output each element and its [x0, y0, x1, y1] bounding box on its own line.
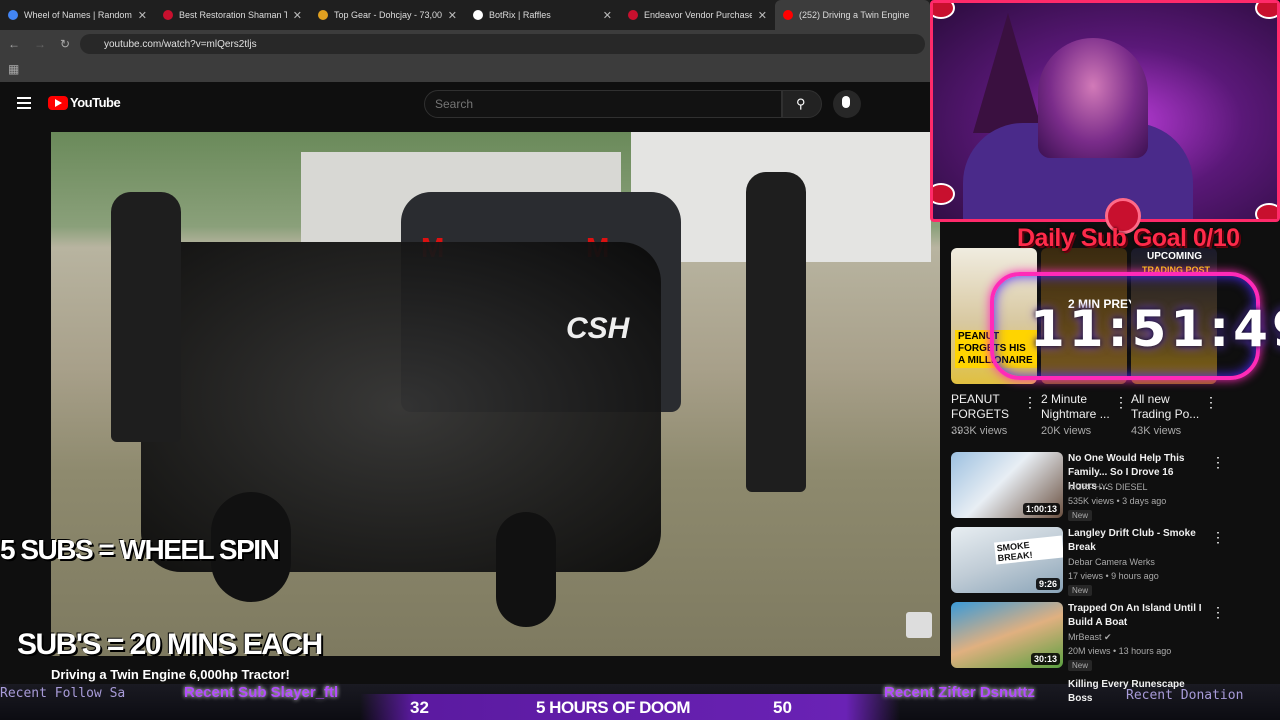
back-icon[interactable]: ←	[8, 37, 20, 51]
cloud-icon	[933, 183, 955, 205]
short-title[interactable]: All new Trading Po...	[1131, 392, 1201, 422]
short-views: 20K views	[1041, 425, 1092, 437]
video-title: Driving a Twin Engine 6,000hp Tractor!	[51, 667, 290, 682]
wheel-image	[496, 512, 556, 627]
tractor-decal: CSH	[566, 312, 630, 345]
browser-tab-bar: Wheel of Names | Random name ✕ Best Rest…	[0, 0, 930, 30]
video-title[interactable]: Trapped On An Island Until I Build A Boa…	[1068, 602, 1203, 630]
new-badge: New	[1068, 660, 1093, 671]
video-meta: 20M views • 13 hours ago	[1068, 646, 1172, 656]
close-tab-icon[interactable]: ✕	[293, 9, 302, 22]
url-text: youtube.com/watch?v=mlQers2tljs	[104, 38, 257, 50]
video-thumbnail[interactable]: SMOKE BREAK! 9:26	[951, 527, 1063, 593]
tab-title: Endeavor Vendor Purchase for	[644, 10, 752, 20]
wowhead-favicon-icon	[628, 10, 638, 20]
forward-icon[interactable]: →	[34, 37, 46, 51]
youtube-logo-text[interactable]: YouTube	[70, 95, 121, 110]
more-options-icon[interactable]: ⋮	[1211, 529, 1225, 546]
raidbots-favicon-icon	[318, 10, 328, 20]
more-options-icon[interactable]	[1114, 394, 1128, 411]
new-badge: New	[1068, 585, 1093, 596]
tab-title: Top Gear - Dohcjay - 73,000 DPS	[334, 10, 442, 20]
new-badge: New	[1068, 510, 1093, 521]
video-thumbnail[interactable]: 30:13	[951, 602, 1063, 668]
video-duration: 30:13	[1030, 653, 1060, 665]
channel-name[interactable]: MURPHYS DIESEL	[1068, 482, 1148, 492]
webcam-overlay	[930, 0, 1280, 222]
video-title[interactable]: Killing Every Runescape Boss	[1068, 678, 1203, 706]
video-duration: 9:26	[1035, 578, 1060, 590]
address-bar-row: ← → ↻ youtube.com/watch?v=mlQers2tljs	[0, 30, 930, 58]
more-options-icon[interactable]: ⋮	[1211, 604, 1225, 621]
daily-sub-goal: Daily Sub Goal 0/10	[1017, 224, 1240, 252]
close-tab-icon[interactable]: ✕	[138, 9, 147, 22]
left-counter: 32	[410, 698, 429, 717]
person-image	[111, 192, 181, 442]
wheel-spin-rule: 5 SUBS = WHEEL SPIN	[0, 534, 280, 565]
doom-label: 5 HOURS OF DOOM	[536, 698, 691, 717]
recent-sub-ticker: Recent Sub Slayer_ftl	[184, 684, 339, 701]
channel-name[interactable]: MrBeast ✔	[1068, 632, 1112, 643]
person-image	[746, 172, 806, 492]
tab-title: (252) Driving a Twin Engine	[799, 10, 910, 20]
video-meta: 535K views • 3 days ago	[1068, 496, 1167, 506]
christmas-tree-image	[973, 13, 1043, 133]
youtube-favicon-icon	[783, 10, 793, 20]
tab-title: Wheel of Names | Random name	[24, 10, 132, 20]
recent-zifter-ticker: Recent Zifter Dsnuttz	[884, 684, 1035, 701]
browser-tab[interactable]: Wheel of Names | Random name ✕	[0, 0, 155, 30]
reload-icon[interactable]: ↻	[60, 37, 70, 51]
channel-watermark[interactable]	[906, 612, 932, 638]
more-options-icon[interactable]: ⋮	[1211, 454, 1225, 471]
cloud-icon	[933, 3, 955, 19]
video-duration: 1:00:13	[1022, 503, 1060, 515]
short-views: 393K views	[951, 425, 1008, 437]
apps-grid-icon[interactable]: ▦	[8, 62, 19, 76]
more-options-icon[interactable]	[1023, 394, 1037, 411]
botrix-favicon-icon	[473, 10, 483, 20]
video-meta: 17 views • 9 hours ago	[1068, 571, 1159, 581]
microphone-icon	[842, 96, 850, 108]
bookmarks-bar: ▦	[0, 58, 930, 82]
more-options-icon[interactable]	[1204, 394, 1218, 411]
browser-tab[interactable]: Endeavor Vendor Purchase for ✕	[620, 0, 775, 30]
right-counter: 50	[773, 698, 792, 717]
subathon-timer: 11:51:49	[1030, 300, 1280, 358]
wowhead-favicon-icon	[163, 10, 173, 20]
tab-title: BotRix | Raffles	[489, 10, 551, 20]
wheel-favicon-icon	[8, 10, 18, 20]
short-title[interactable]: 2 Minute Nightmare ...	[1041, 392, 1111, 422]
short-views: 43K views	[1131, 425, 1182, 437]
browser-tab[interactable]: BotRix | Raffles ✕	[465, 0, 620, 30]
sub-time-rule: SUB'S = 20 MINS EACH	[17, 628, 323, 661]
browser-tab[interactable]: Best Restoration Shaman Talent ✕	[155, 0, 310, 30]
channel-name[interactable]: Debar Camera Werks	[1068, 557, 1155, 567]
tab-title: Best Restoration Shaman Talent	[179, 10, 287, 20]
recent-follow-ticker: Recent Follow Sa	[0, 686, 126, 701]
video-thumbnail[interactable]: 1:00:13	[951, 452, 1063, 518]
close-tab-icon[interactable]: ✕	[448, 9, 457, 22]
streamer-image	[1038, 38, 1148, 158]
browser-tab[interactable]: Top Gear - Dohcjay - 73,000 DPS ✕	[310, 0, 465, 30]
search-icon: ⚲	[796, 96, 806, 111]
recommended-video[interactable]: Killing Every Runescape Boss	[951, 678, 1280, 704]
browser-tab-active[interactable]: (252) Driving a Twin Engine	[775, 0, 930, 30]
voice-search-button[interactable]	[833, 90, 861, 118]
video-title[interactable]: Langley Drift Club - Smoke Break	[1068, 527, 1203, 555]
hamburger-menu-icon[interactable]	[17, 97, 31, 109]
cloud-icon	[1255, 203, 1277, 219]
recommended-video[interactable]: 1:00:13 No One Would Help This Family...…	[951, 452, 1280, 522]
youtube-header: YouTube ⚲	[0, 82, 930, 126]
thumbnail-text: SMOKE BREAK!	[994, 535, 1063, 565]
search-button[interactable]: ⚲	[782, 90, 822, 118]
recommended-video[interactable]: 30:13 Trapped On An Island Until I Build…	[951, 602, 1280, 672]
cloud-icon	[1255, 3, 1277, 19]
youtube-logo-icon[interactable]	[48, 96, 68, 110]
close-tab-icon[interactable]: ✕	[603, 9, 612, 22]
recommended-video[interactable]: SMOKE BREAK! 9:26 Langley Drift Club - S…	[951, 527, 1280, 597]
close-tab-icon[interactable]: ✕	[758, 9, 767, 22]
url-field[interactable]: youtube.com/watch?v=mlQers2tljs	[80, 34, 925, 54]
search-input[interactable]	[424, 90, 782, 118]
video-player[interactable]: M M CSH	[51, 132, 940, 656]
